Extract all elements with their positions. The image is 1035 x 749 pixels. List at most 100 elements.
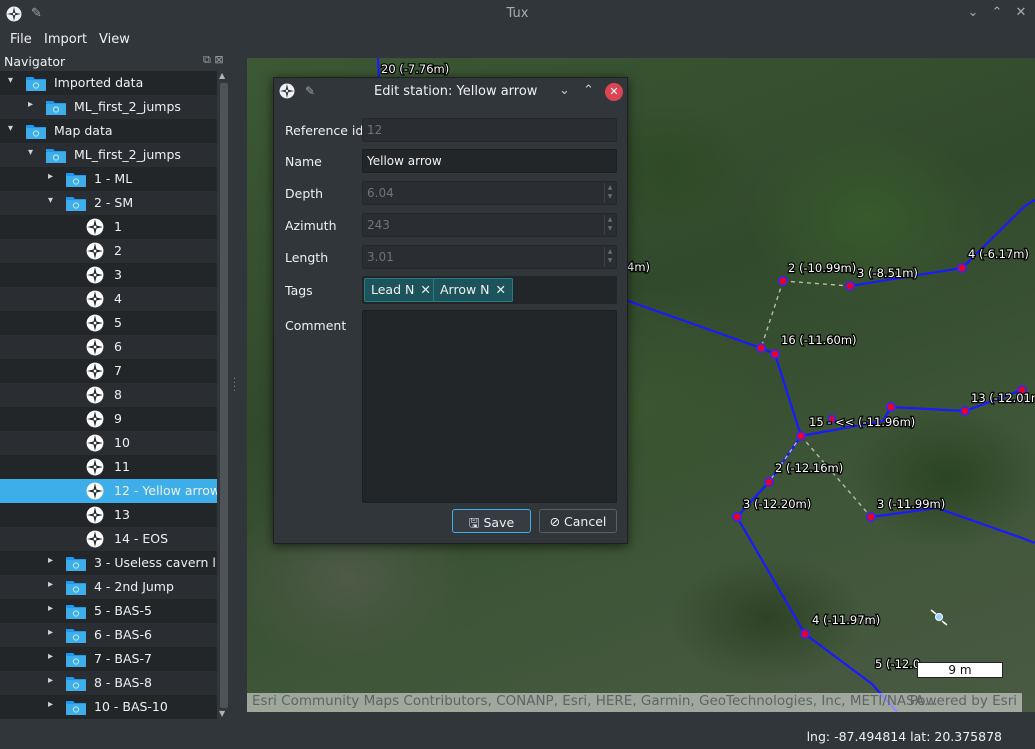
label-depth: Depth [285, 186, 324, 201]
tree-station-item[interactable]: 4 [0, 287, 217, 311]
tag-chip[interactable]: Arrow N ✕ [433, 278, 514, 302]
tree-station-item[interactable]: 10 [0, 431, 217, 455]
navigator-dock-buttons[interactable]: ⧉ ⊠ [203, 53, 224, 67]
expand-arrow-icon[interactable]: ▸ [48, 555, 53, 566]
tree-station-item[interactable]: 5 [0, 311, 217, 335]
tree-item-label: 9 [114, 411, 122, 426]
label-tags: Tags [285, 283, 313, 298]
tree-folder-item[interactable]: ▸ ML_first_2_jumps [0, 95, 217, 119]
station-marker[interactable] [957, 263, 967, 273]
station-markers [732, 263, 1027, 639]
dialog-close-icon[interactable]: ✕ [605, 83, 623, 101]
dialog-pin-icon[interactable]: ✎ [305, 84, 315, 98]
tree-item-label: 2 - SM [94, 195, 134, 210]
tree-folder-item[interactable]: ▸ 5 - BAS-5 [0, 599, 217, 623]
expand-arrow-icon[interactable]: ▸ [48, 171, 53, 182]
comment-textarea[interactable] [362, 310, 617, 503]
tree-folder-item[interactable]: ▾ 2 - SM [0, 191, 217, 215]
expand-arrow-icon[interactable]: ▸ [48, 699, 53, 710]
tree-item-label: 6 [114, 339, 122, 354]
tree-folder-item[interactable]: ▸ 4 - 2nd Jump [0, 575, 217, 599]
tree-folder-item[interactable]: ▸ 8 - BAS-8 [0, 671, 217, 695]
collapse-arrow-icon[interactable]: ▾ [48, 195, 53, 206]
tree-item-label: 14 - EOS [114, 531, 169, 546]
expand-arrow-icon[interactable]: ▸ [28, 99, 33, 110]
tree-station-item[interactable]: 9 [0, 407, 217, 431]
tree-folder-item[interactable]: ▾ Imported data [0, 71, 217, 95]
collapse-arrow-icon[interactable]: ▾ [8, 75, 13, 86]
dock-close-icon[interactable]: ⊠ [214, 53, 223, 66]
name-input[interactable]: Yellow arrow [362, 149, 617, 173]
tree-station-item[interactable]: 12 - Yellow arrow [0, 479, 217, 503]
minimize-icon[interactable]: ⌄ [964, 5, 982, 23]
tree-folder-item[interactable]: ▾ Map data [0, 119, 217, 143]
powered-by-link[interactable]: Powered by Esri [910, 693, 1017, 709]
expand-arrow-icon[interactable]: ▸ [48, 627, 53, 638]
navigator-tree[interactable]: ▾ Imported data ▸ ML_first_2_jumps ▾ Map data… [0, 71, 217, 719]
tag-chip[interactable]: Lead N ✕ [364, 278, 438, 302]
tree-station-item[interactable]: 1 [0, 215, 217, 239]
tree-station-item[interactable]: 3 [0, 263, 217, 287]
station-marker[interactable] [866, 512, 876, 522]
station-marker[interactable] [770, 349, 780, 359]
tree-station-item[interactable]: 14 - EOS [0, 527, 217, 551]
station-marker[interactable] [800, 629, 810, 639]
collapse-arrow-icon[interactable]: ▾ [8, 123, 13, 134]
close-icon[interactable]: ✕ [1012, 5, 1030, 23]
tree-item-label: Imported data [54, 75, 144, 90]
station-marker[interactable] [796, 431, 806, 441]
dialog-minimize-icon[interactable]: ⌄ [559, 83, 570, 98]
tree-item-label: 5 - BAS-5 [94, 603, 152, 618]
dialog-title-bar[interactable]: ✎ Edit station: Yellow arrow ⌄ ⌃ ✕ [274, 78, 627, 106]
tree-station-item[interactable]: 7 [0, 359, 217, 383]
tree-folder-item[interactable]: ▸ 7 - BAS-7 [0, 647, 217, 671]
maximize-icon[interactable]: ⌃ [988, 5, 1006, 23]
expand-arrow-icon[interactable]: ▸ [48, 603, 53, 614]
cancel-button[interactable]: ⊘ Cancel [539, 509, 617, 533]
station-marker[interactable] [732, 512, 742, 522]
azimuth-spinner: ▲ ▼ [604, 215, 615, 235]
tree-folder-item[interactable]: ▸ 6 - BAS-6 [0, 623, 217, 647]
expand-arrow-icon[interactable]: ▸ [48, 651, 53, 662]
tree-station-item[interactable]: 11 [0, 455, 217, 479]
float-icon[interactable]: ⧉ [203, 53, 211, 66]
tree-folder-item[interactable]: ▸ 3 - Useless cavern l... [0, 551, 217, 575]
expand-arrow-icon[interactable]: ▸ [48, 579, 53, 590]
menu-view[interactable]: View [99, 32, 130, 47]
save-icon: 🖫 [468, 515, 480, 530]
collapse-arrow-icon[interactable]: ▾ [28, 147, 33, 158]
menu-file[interactable]: File [10, 32, 32, 47]
station-marker[interactable] [845, 281, 855, 291]
station-marker[interactable] [960, 406, 970, 416]
tree-scrollbar[interactable]: ▲ ▼ [218, 71, 230, 719]
folder-icon [66, 197, 86, 211]
save-button[interactable]: 🖫 Save [452, 509, 531, 533]
station-label: 3 (-12.20m) [743, 497, 811, 511]
tags-input[interactable]: Lead N ✕ Arrow N ✕ [362, 276, 617, 304]
tree-folder-item[interactable]: ▸ 10 - BAS-10 [0, 695, 217, 719]
tree-item-label: 8 [114, 387, 122, 402]
menu-import[interactable]: Import [44, 32, 87, 47]
station-marker[interactable] [756, 343, 766, 353]
tree-station-item[interactable]: 2 [0, 239, 217, 263]
station-label: 16 (-11.60m) [781, 333, 857, 347]
cancel-label: Cancel [564, 514, 607, 529]
splitter-handle[interactable]: · · · · [233, 375, 236, 397]
tree-item-label: ML_first_2_jumps [74, 147, 181, 162]
station-marker[interactable] [886, 402, 896, 412]
tree-station-item[interactable]: 8 [0, 383, 217, 407]
scroll-down-icon[interactable]: ▼ [219, 709, 225, 718]
tree-item-label: 7 - BAS-7 [94, 651, 152, 666]
remove-tag-icon[interactable]: ✕ [420, 282, 430, 297]
tree-station-item[interactable]: 6 [0, 335, 217, 359]
scroll-up-icon[interactable]: ▲ [219, 71, 225, 80]
remove-tag-icon[interactable]: ✕ [496, 282, 506, 297]
station-marker[interactable] [764, 477, 774, 487]
expand-arrow-icon[interactable]: ▸ [48, 675, 53, 686]
tree-folder-item[interactable]: ▾ ML_first_2_jumps [0, 143, 217, 167]
scroll-thumb[interactable] [220, 83, 228, 708]
station-marker[interactable] [778, 276, 788, 286]
tree-folder-item[interactable]: ▸ 1 - ML [0, 167, 217, 191]
dialog-maximize-icon[interactable]: ⌃ [583, 83, 594, 98]
tree-station-item[interactable]: 13 [0, 503, 217, 527]
